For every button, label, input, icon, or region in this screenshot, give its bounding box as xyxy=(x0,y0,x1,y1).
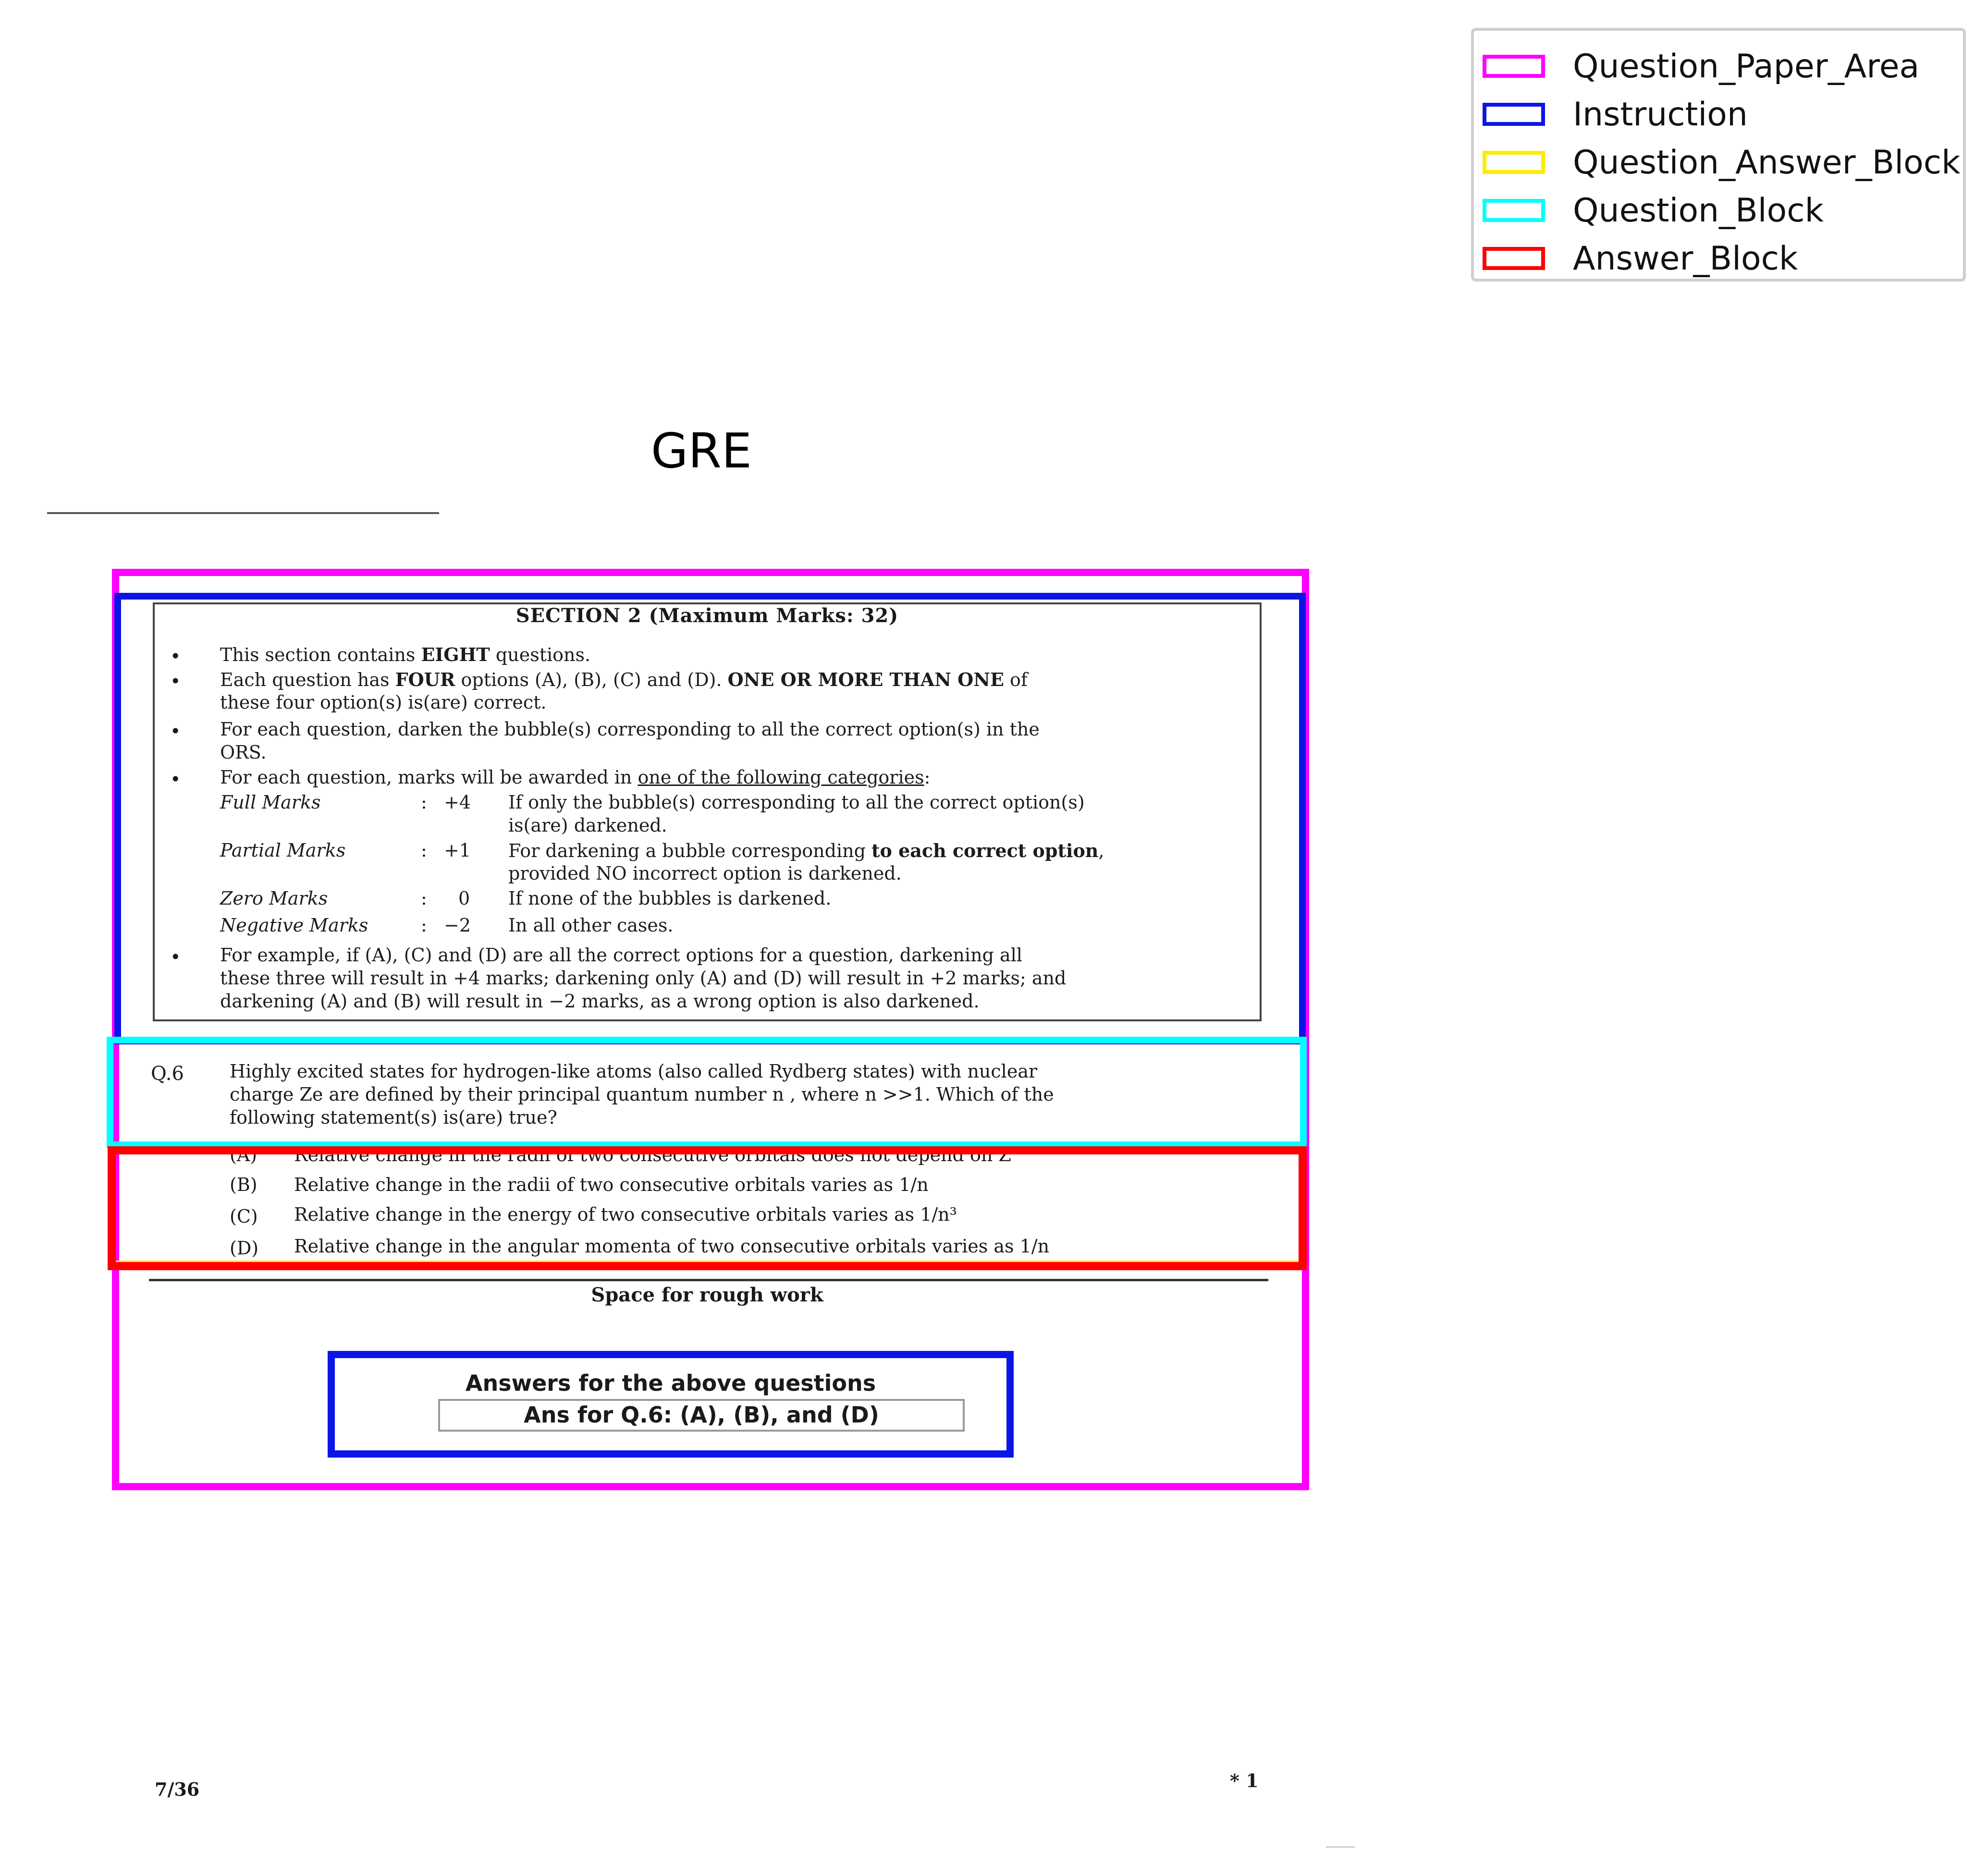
document-title: GRE xyxy=(650,423,752,479)
legend-item: Question_Block xyxy=(1483,191,1824,230)
legend-item: Question_Paper_Area xyxy=(1483,47,1919,86)
legend-swatch xyxy=(1483,55,1545,78)
legend-label: Question_Block xyxy=(1573,191,1824,230)
legend-item: Instruction xyxy=(1483,95,1748,134)
legend-item: Question_Answer_Block xyxy=(1483,143,1961,182)
answers-instruction-box xyxy=(328,1351,1014,1458)
legend-label: Question_Paper_Area xyxy=(1573,47,1920,86)
paper-code: * 1 xyxy=(1230,1770,1259,1791)
instruction-box xyxy=(114,593,1306,1044)
legend-label: Question_Answer_Block xyxy=(1573,143,1961,182)
legend: Question_Paper_Area Instruction Question… xyxy=(1471,28,1966,282)
top-divider xyxy=(47,512,439,514)
legend-item: Answer_Block xyxy=(1483,239,1798,278)
legend-swatch xyxy=(1483,199,1545,222)
legend-label: Instruction xyxy=(1573,95,1748,134)
legend-swatch xyxy=(1483,103,1545,126)
answer-block-box xyxy=(108,1146,1307,1270)
legend-label: Answer_Block xyxy=(1573,239,1798,278)
footer-mark xyxy=(1326,1846,1355,1848)
page-number: 7/36 xyxy=(155,1778,200,1800)
legend-swatch xyxy=(1483,151,1545,174)
question-block-box xyxy=(107,1037,1307,1148)
legend-swatch xyxy=(1483,247,1545,270)
